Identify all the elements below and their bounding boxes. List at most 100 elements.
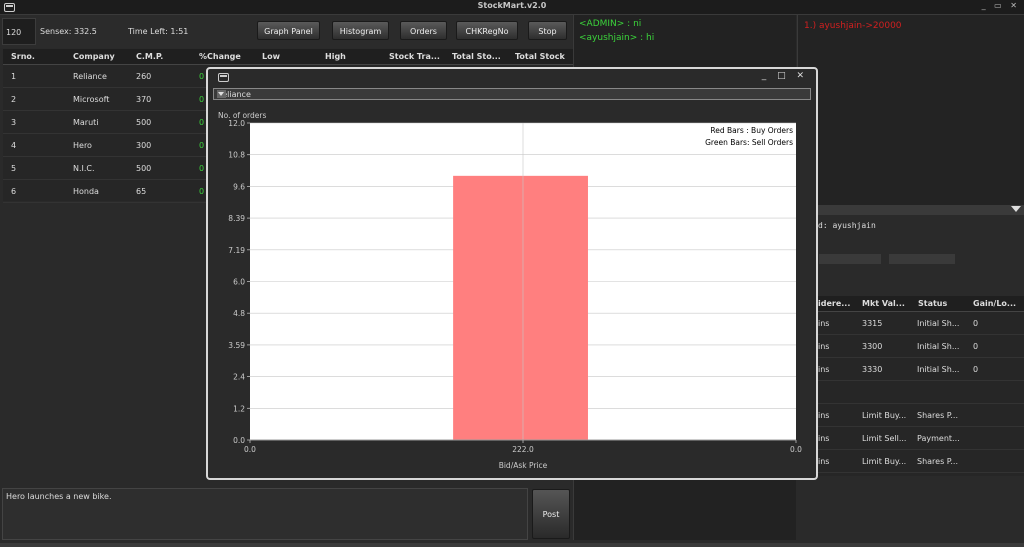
graph-dialog: _ □ ✕ Reliance 0.0 1.2 2.4 3.59 4.8 6.0 7.19 8.… <box>206 67 818 480</box>
table-row[interactable]: ins 3315 Initial Sh... 0 <box>797 312 1024 335</box>
chat-message: <ayushjain> : hi <box>579 33 655 43</box>
x-tick-label: 0.0 <box>244 445 256 454</box>
x-axis-label: Bid/Ask Price <box>499 461 548 470</box>
cell-trader: ins <box>818 342 830 351</box>
col-trader[interactable]: idere... <box>818 299 850 308</box>
cell-order-type: Limit Buy... <box>862 411 907 420</box>
cell-mkt-value: 3315 <box>862 319 883 328</box>
y-tick-label: 6.0 <box>233 278 245 287</box>
cell-change: 0 <box>199 118 205 127</box>
cell-trader: ins <box>818 411 830 420</box>
cell-status: Initial Sh... <box>917 319 960 328</box>
cell-srno: 2 <box>11 95 17 104</box>
cell-srno: 5 <box>11 164 17 173</box>
cell-change: 0 <box>199 95 205 104</box>
orders-button[interactable]: Orders <box>400 21 447 40</box>
table-row[interactable] <box>797 381 1024 404</box>
cell-cmp: 500 <box>136 118 152 127</box>
col-gain-loss[interactable]: Gain/Lo... <box>973 299 1016 308</box>
graph-panel-button[interactable]: Graph Panel <box>257 21 320 40</box>
stop-button[interactable]: Stop <box>528 21 567 40</box>
dropdown-arrow-icon[interactable] <box>1011 206 1021 212</box>
table-row[interactable]: ins 3300 Initial Sh... 0 <box>797 335 1024 358</box>
histogram-button[interactable]: Histogram <box>332 21 389 40</box>
post-button[interactable]: Post <box>532 489 570 539</box>
cell-trader: ins <box>818 457 830 466</box>
y-tick-label: 9.6 <box>233 182 245 191</box>
time-left: Time Left: 1:51 <box>128 27 189 36</box>
table-row[interactable]: ins 3330 Initial Sh... 0 <box>797 358 1024 381</box>
company-select[interactable]: Reliance <box>213 88 811 100</box>
col-mkt-value[interactable]: Mkt Val... <box>862 299 905 308</box>
window-controls[interactable]: _ ▭ ✕ <box>982 1 1020 10</box>
y-axis-label: No. of orders <box>218 111 266 120</box>
chevron-down-icon[interactable] <box>217 90 226 98</box>
buy-order-bar <box>453 175 588 440</box>
legend-entry: Green Bars: Sell Orders <box>705 138 793 147</box>
col-company[interactable]: Company <box>73 52 115 61</box>
orders-bar-chart: 0.0 1.2 2.4 3.59 4.8 6.0 7.19 8.39 9.6 10.8 12.0 0.… <box>218 111 802 470</box>
cell-cmp: 260 <box>136 72 152 81</box>
sensex-value: Sensex: 332.5 <box>40 27 97 36</box>
col-stock-traded[interactable]: Stock Tra... <box>389 52 440 61</box>
y-tick-label: 8.39 <box>228 214 245 223</box>
cell-status: Initial Sh... <box>917 342 960 351</box>
cell-cmp: 370 <box>136 95 152 104</box>
col-cmp[interactable]: C.M.P. <box>136 52 163 61</box>
leaderboard-entry: 1.) ayushjain->20000 <box>804 21 902 31</box>
col-status[interactable]: Status <box>918 299 947 308</box>
cell-company: Maruti <box>73 118 99 127</box>
title-bar: StockMart.v2.0 _ ▭ ✕ <box>0 0 1024 15</box>
dialog-window-controls[interactable]: _ □ ✕ <box>762 71 808 81</box>
cell-order-type: Limit Buy... <box>862 457 907 466</box>
order-quantity-field[interactable]: 120 <box>2 18 36 45</box>
col-srno[interactable]: Srno. <box>11 52 35 61</box>
col-total-stock-a[interactable]: Total Sto... <box>452 52 501 61</box>
col-change[interactable]: %Change <box>199 52 241 61</box>
news-input[interactable]: Hero launches a new bike. <box>2 488 528 540</box>
cell-cmp: 65 <box>136 187 147 196</box>
x-tick-label: 0.0 <box>790 445 802 454</box>
panel-splitter[interactable] <box>797 205 1024 215</box>
y-tick-label: 2.4 <box>233 373 245 382</box>
portfolio-table-header: idere... Mkt Val... Status Gain/Lo... <box>797 296 1024 312</box>
panel-button[interactable] <box>818 253 882 265</box>
chkregno-button[interactable]: CHKRegNo <box>456 21 518 40</box>
y-tick-label: 0.0 <box>233 436 245 445</box>
cell-status: Shares P... <box>917 457 959 466</box>
cell-change: 0 <box>199 141 205 150</box>
chat-message: <ADMIN> : ni <box>579 19 642 29</box>
col-high[interactable]: High <box>325 52 346 61</box>
table-row[interactable]: ins Limit Buy... Shares P... <box>797 404 1024 427</box>
status-strip <box>0 543 1024 547</box>
cell-trader: ins <box>818 319 830 328</box>
cell-company: N.I.C. <box>73 164 95 173</box>
app-title: StockMart.v2.0 <box>477 1 547 10</box>
cell-srno: 6 <box>11 187 17 196</box>
cell-status: Shares P... <box>917 411 959 420</box>
cell-company: Honda <box>73 187 99 196</box>
cell-mkt-value: 3330 <box>862 365 883 374</box>
cell-change: 0 <box>199 187 205 196</box>
cell-company: Microsoft <box>73 95 110 104</box>
table-row[interactable]: ins Limit Sell... Payment... <box>797 427 1024 450</box>
leaderboard-panel: 1.) ayushjain->20000 <box>797 15 1024 205</box>
y-tick-label: 4.8 <box>233 309 245 318</box>
table-row[interactable]: ins Limit Buy... Shares P... <box>797 450 1024 473</box>
y-tick-label: 3.59 <box>228 341 245 350</box>
top-toolbar: 120 Sensex: 332.5 Time Left: 1:51 Graph … <box>0 15 572 48</box>
panel-button[interactable] <box>888 253 956 265</box>
cell-srno: 4 <box>11 141 17 150</box>
cell-cmp: 500 <box>136 164 152 173</box>
dialog-title-bar[interactable]: _ □ ✕ <box>208 69 816 85</box>
y-tick-label: 7.19 <box>228 246 245 255</box>
y-tick-label: 10.8 <box>228 151 245 160</box>
stock-table-header: Srno. Company C.M.P. %Change Low High St… <box>3 49 573 65</box>
col-total-stock[interactable]: Total Stock <box>515 52 565 61</box>
y-tick-label: 1.2 <box>233 404 245 413</box>
col-low[interactable]: Low <box>262 52 280 61</box>
cell-trader: ins <box>818 434 830 443</box>
logged-in-user: d: ayushjain <box>818 221 876 230</box>
cell-srno: 1 <box>11 72 17 81</box>
news-text[interactable]: Hero launches a new bike. <box>6 492 112 501</box>
